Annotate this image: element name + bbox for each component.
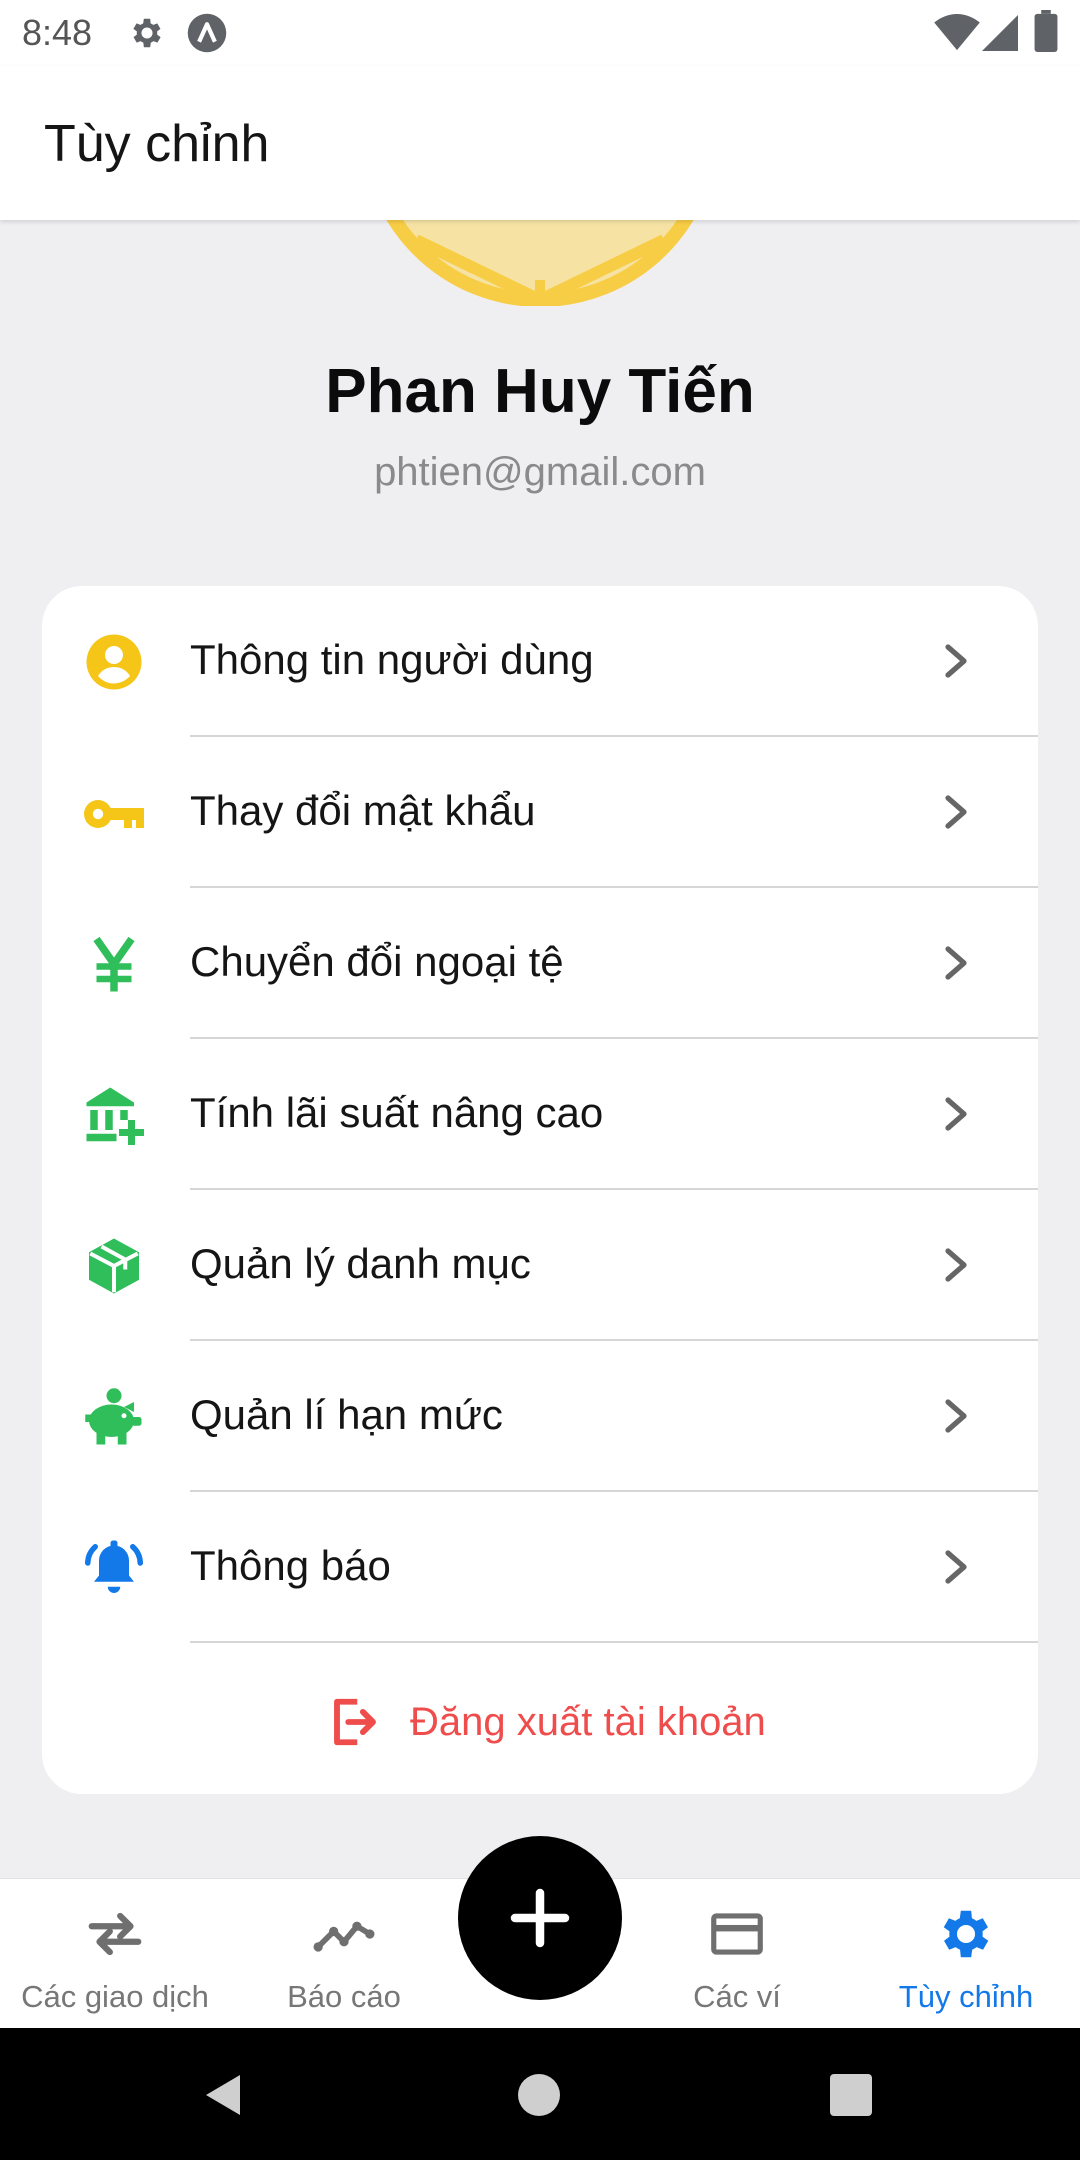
battery-icon bbox=[1034, 10, 1058, 52]
nav-tab-label: Báo cáo bbox=[287, 1979, 401, 2014]
nav-tab-label: Các ví bbox=[693, 1979, 781, 2014]
swap-arrows-icon bbox=[88, 1912, 142, 1956]
home-icon[interactable] bbox=[518, 2074, 560, 2116]
recents-icon[interactable] bbox=[830, 2074, 872, 2116]
menu-item-currency-converter[interactable]: Chuyển đổi ngoại tệ bbox=[42, 888, 1038, 1039]
gear-icon bbox=[133, 18, 161, 48]
nav-tab-reports[interactable]: Báo cáo bbox=[230, 1879, 458, 2029]
menu-item-interest-calculator[interactable]: Tính lãi suất nâng cao bbox=[42, 1039, 1038, 1190]
chevron-right-icon bbox=[945, 1097, 967, 1131]
menu-item-user-info[interactable]: Thông tin người dùng bbox=[42, 586, 1038, 737]
nav-tab-wallets[interactable]: Các ví bbox=[622, 1879, 852, 2029]
chevron-right-icon bbox=[945, 946, 967, 980]
menu-item-label: Quản lý danh mục bbox=[190, 1240, 531, 1287]
user-circle-icon bbox=[86, 634, 142, 690]
chevron-right-icon bbox=[945, 1399, 967, 1433]
chevron-right-icon bbox=[945, 1248, 967, 1282]
status-bar: 8:48 bbox=[0, 0, 1080, 66]
logout-button[interactable]: Đăng xuất tài khoản bbox=[42, 1644, 1038, 1794]
nav-tab-transactions[interactable]: Các giao dịch bbox=[0, 1879, 230, 2029]
logout-icon bbox=[334, 1698, 376, 1746]
menu-item-label: Thay đổi mật khẩu bbox=[190, 787, 536, 834]
plus-icon bbox=[510, 1888, 570, 1948]
back-icon[interactable] bbox=[200, 2070, 248, 2120]
box-icon bbox=[89, 1238, 139, 1294]
wifi-icon bbox=[934, 14, 980, 51]
status-time: 8:48 bbox=[22, 12, 93, 53]
profile-name: Phan Huy Tiến bbox=[325, 357, 755, 426]
settings-gear-icon bbox=[943, 1910, 989, 1958]
app-bar: Tùy chỉnh bbox=[0, 66, 1080, 220]
chevron-right-icon bbox=[945, 1550, 967, 1584]
a-icon bbox=[187, 13, 227, 53]
nav-tab-label: Các giao dịch bbox=[21, 1979, 209, 2014]
add-transaction-button[interactable] bbox=[458, 1836, 622, 2000]
bank-plus-icon bbox=[86, 1087, 144, 1145]
menu-item-label: Chuyển đổi ngoại tệ bbox=[190, 938, 564, 985]
wallet-card-icon bbox=[711, 1913, 763, 1955]
menu-item-label: Quản lí hạn mức bbox=[190, 1391, 503, 1438]
line-chart-icon bbox=[313, 1921, 375, 1952]
menu-item-category-management[interactable]: Quản lý danh mục bbox=[42, 1190, 1038, 1341]
nav-tab-label: Tùy chỉnh bbox=[898, 1979, 1034, 2014]
nav-tab-settings[interactable]: Tùy chỉnh bbox=[852, 1879, 1080, 2029]
logout-label: Đăng xuất tài khoản bbox=[410, 1700, 766, 1744]
chevron-right-icon bbox=[945, 644, 967, 678]
profile-email: phtien@gmail.com bbox=[374, 450, 706, 494]
piggy-bank-icon bbox=[85, 1388, 142, 1445]
bell-icon bbox=[85, 1540, 143, 1593]
yen-icon bbox=[93, 936, 135, 992]
page-title: Tùy chỉnh bbox=[44, 115, 270, 173]
menu-item-label: Thông tin người dùng bbox=[190, 636, 594, 683]
menu-item-change-password[interactable]: Thay đổi mật khẩu bbox=[42, 737, 1038, 888]
key-icon bbox=[84, 800, 144, 828]
system-navigation-bar bbox=[0, 2028, 1080, 2160]
menu-item-label: Tính lãi suất nâng cao bbox=[190, 1089, 604, 1136]
divider bbox=[190, 1641, 1038, 1643]
menu-item-notifications[interactable]: Thông báo bbox=[42, 1492, 1038, 1643]
menu-item-budget-limits[interactable]: Quản lí hạn mức bbox=[42, 1341, 1038, 1492]
chevron-right-icon bbox=[945, 795, 967, 829]
screen: 8:48 Tùy chỉnh Phan Huy Tiến phtien@gmai… bbox=[0, 0, 1080, 2160]
menu-item-label: Thông báo bbox=[190, 1542, 391, 1589]
settings-menu-card: Thông tin người dùng Thay đổi mật khẩu C… bbox=[42, 586, 1038, 1794]
signal-icon bbox=[982, 15, 1018, 51]
